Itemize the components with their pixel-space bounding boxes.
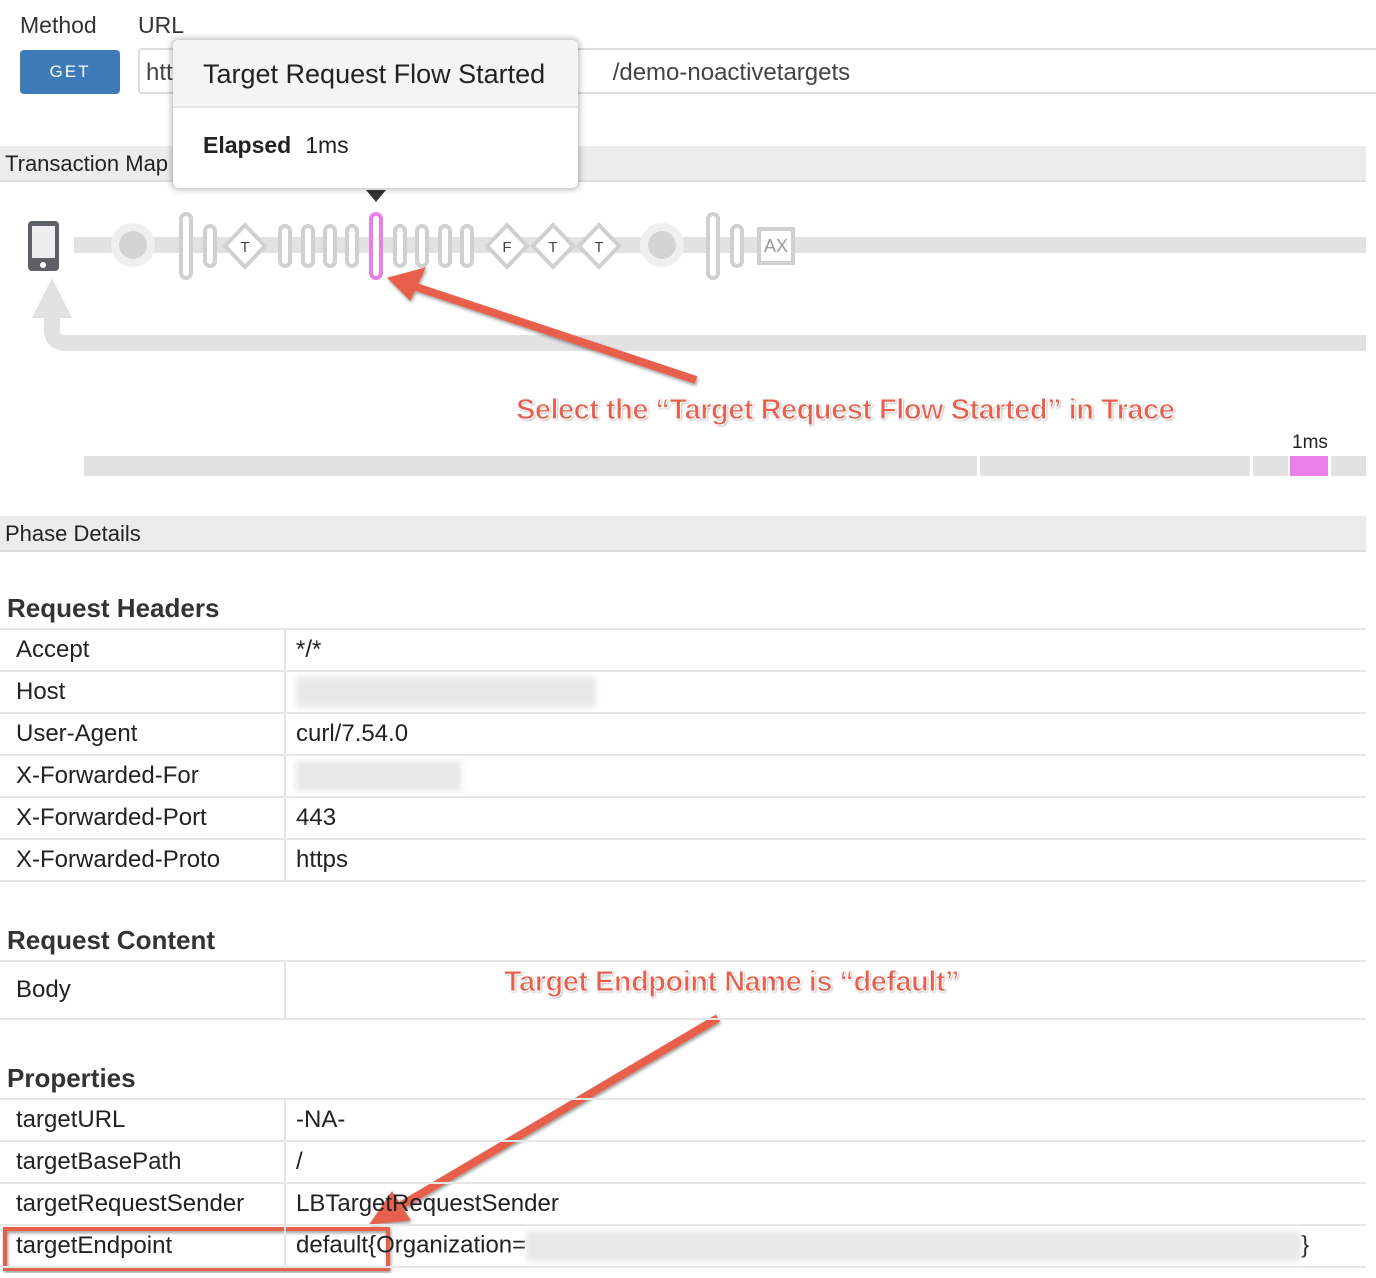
flow-pill-icon xyxy=(730,224,744,268)
url-start: htt xyxy=(146,59,173,86)
table-row: targetRequestSender LBTargetRequestSender xyxy=(0,1183,1366,1226)
header-value: 443 xyxy=(285,797,1366,840)
header-name: X-Forwarded-Port xyxy=(0,797,286,840)
start-node-icon[interactable] xyxy=(111,223,155,267)
table-row: Accept */* xyxy=(0,628,1366,672)
header-name: X-Forwarded-For xyxy=(0,755,286,798)
table-row: Host xyxy=(0,671,1366,714)
method-label: Method xyxy=(20,12,97,38)
table-row: X-Forwarded-Proto https xyxy=(0,839,1366,882)
flow-pill-icon xyxy=(179,212,193,280)
header-value-redacted xyxy=(285,671,1366,714)
property-value: / xyxy=(285,1141,1366,1184)
url-end: /demo-noactivetargets xyxy=(612,59,851,86)
header-name: Host xyxy=(0,671,286,714)
flow-pill-icon xyxy=(438,224,452,268)
phase-details-header: Phase Details xyxy=(0,516,1366,552)
request-headers-table: Accept */* Host User-Agent curl/7.54.0 X-F… xyxy=(0,628,1366,882)
flow-pill-icon xyxy=(345,224,359,268)
node-label: T xyxy=(594,239,603,256)
flow-pill-icon xyxy=(706,212,720,280)
node-label: AX xyxy=(764,236,788,256)
end-node-icon[interactable] xyxy=(640,223,684,267)
header-name: X-Forwarded-Proto xyxy=(0,839,286,882)
return-arrow-icon xyxy=(32,278,72,318)
endpoint-value: default{Organization= xyxy=(296,1231,527,1259)
flow-pill-icon xyxy=(460,224,474,268)
return-flow-line xyxy=(44,310,1366,351)
flow-pill-icon xyxy=(301,224,315,268)
table-row: targetBasePath / xyxy=(0,1141,1366,1184)
method-get-button[interactable]: GET xyxy=(20,50,120,94)
property-name: targetRequestSender xyxy=(0,1183,286,1226)
selected-flow-pill[interactable] xyxy=(369,212,383,280)
property-name: targetURL xyxy=(0,1098,286,1142)
flow-pill-icon xyxy=(393,224,407,268)
timeline-segment[interactable] xyxy=(980,456,1250,476)
tooltip-pointer-icon xyxy=(366,190,386,202)
request-content-title: Request Content xyxy=(7,925,215,955)
flow-pill-icon xyxy=(278,224,292,268)
property-value: -NA- xyxy=(285,1098,1366,1142)
timeline-segment[interactable] xyxy=(1253,456,1288,476)
node-label: T xyxy=(240,239,249,256)
header-name: Accept xyxy=(0,628,286,672)
elapsed-value: 1ms xyxy=(305,132,349,158)
trace-annotation: Select the “Target Request Flow Started”… xyxy=(515,394,1175,427)
table-row: User-Agent curl/7.54.0 xyxy=(0,713,1366,756)
property-value: default{Organization=} xyxy=(285,1225,1366,1268)
mobile-client-icon xyxy=(28,221,59,271)
table-row: X-Forwarded-For xyxy=(0,755,1366,798)
node-label: F xyxy=(502,239,511,256)
endpoint-suffix: } xyxy=(1301,1231,1310,1259)
table-row: targetEndpoint default{Organization=} xyxy=(0,1225,1366,1268)
header-name: User-Agent xyxy=(0,713,286,756)
tooltip-title: Target Request Flow Started xyxy=(173,40,578,108)
property-name: targetBasePath xyxy=(0,1141,286,1184)
properties-title: Properties xyxy=(7,1063,136,1093)
timeline-label: 1ms xyxy=(1292,432,1328,453)
timeline-segment-selected[interactable] xyxy=(1290,456,1328,476)
flow-pill-icon xyxy=(415,224,429,268)
table-row: targetURL -NA- xyxy=(0,1098,1366,1142)
node-label: T xyxy=(548,239,557,256)
table-row: X-Forwarded-Port 443 xyxy=(0,797,1366,840)
timeline-segment[interactable] xyxy=(1331,456,1366,476)
content-name: Body xyxy=(0,960,286,1020)
elapsed-label: Elapsed xyxy=(203,132,292,158)
tooltip: Target Request Flow Started Elapsed 1ms xyxy=(173,40,578,188)
header-value: curl/7.54.0 xyxy=(285,713,1366,756)
header-value: */* xyxy=(285,628,1366,672)
flow-pill-icon xyxy=(203,224,217,268)
transaction-map: T F T T AX xyxy=(28,190,1366,351)
property-value: LBTargetRequestSender xyxy=(285,1183,1366,1226)
flow-pill-icon xyxy=(323,224,337,268)
properties-table: targetURL -NA- targetBasePath / targetRequ… xyxy=(0,1098,1366,1268)
url-label: URL xyxy=(138,12,185,38)
request-headers-title: Request Headers xyxy=(7,593,220,623)
endpoint-annotation: Target Endpoint Name is “default” xyxy=(503,966,960,999)
property-name: targetEndpoint xyxy=(0,1225,286,1268)
timeline-segment[interactable] xyxy=(84,456,977,476)
header-value: https xyxy=(285,839,1366,882)
header-value-redacted xyxy=(285,755,1366,798)
